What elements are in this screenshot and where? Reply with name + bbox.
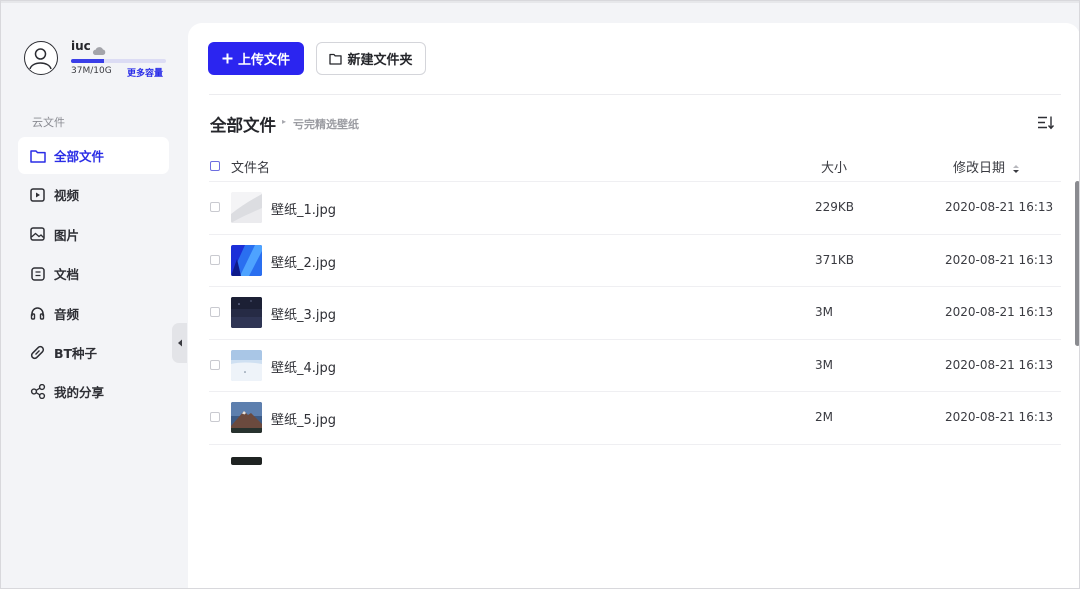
new-folder-button-label: 新建文件夹 (347, 53, 413, 68)
sidebar-item-label: 图片 (54, 227, 80, 243)
breadcrumb-separator: ▸ (282, 117, 287, 126)
table-header: 文件名 大小 修改日期 (209, 151, 1061, 182)
sidebar: iuc 37M/10G 更多容量 云文件 全部文件 视频 图片 文档 音频 BT… (1, 1, 187, 588)
file-name[interactable]: 壁纸_3.jpg (271, 304, 336, 323)
scrollbar-thumb[interactable] (1075, 181, 1079, 346)
file-date: 2020-08-21 16:13 (945, 252, 1054, 267)
column-date[interactable]: 修改日期 (953, 157, 1020, 176)
column-name[interactable]: 文件名 (231, 157, 270, 176)
sidebar-item-bt-seed[interactable]: BT种子 (18, 334, 169, 371)
folder-icon (329, 53, 343, 65)
avatar[interactable] (24, 41, 58, 75)
table-row[interactable]: 壁纸_5.jpg 2M 2020-08-21 16:13 (209, 392, 1061, 445)
more-quota-link[interactable]: 更多容量 (127, 66, 163, 79)
column-date-label: 修改日期 (953, 161, 1006, 176)
breadcrumb-current: 亏完精选壁纸 (293, 118, 359, 131)
sidebar-item-images[interactable]: 图片 (18, 216, 169, 253)
file-name[interactable]: 壁纸_2.jpg (271, 252, 336, 271)
plus-icon (222, 53, 233, 64)
file-name[interactable]: 壁纸_1.jpg (271, 199, 336, 218)
cloud-icon (92, 41, 106, 60)
username: iuc (71, 39, 91, 53)
toolbar-divider (209, 94, 1061, 95)
sidebar-collapse-handle[interactable] (172, 323, 187, 363)
thumbnail-image (231, 402, 262, 433)
folder-icon (29, 147, 46, 164)
sidebar-item-label: 全部文件 (54, 149, 105, 164)
headphones-icon (29, 305, 46, 322)
sidebar-item-label: 视频 (54, 188, 80, 204)
sidebar-nav: 全部文件 视频 图片 文档 音频 BT种子 我的分享 (18, 137, 169, 413)
caret-left-icon (177, 339, 182, 347)
sidebar-item-label: 音频 (54, 306, 80, 322)
thumbnail-image (231, 244, 262, 276)
upload-button-label: 上传文件 (237, 53, 290, 68)
file-date: 2020-08-21 16:13 (945, 410, 1054, 424)
row-checkbox[interactable] (210, 412, 220, 422)
sidebar-item-label: 我的分享 (54, 385, 105, 401)
file-size: 229KB (815, 200, 855, 214)
file-size: 2M (815, 410, 833, 424)
view-sort-icon[interactable] (1037, 115, 1055, 134)
bt-seed-icon (29, 344, 46, 361)
table-row[interactable]: 壁纸_3.jpg 3M 2020-08-21 16:13 (209, 287, 1061, 340)
main-panel: 上传文件 新建文件夹 全部文件 ▸ 亏完精选壁纸 文件名 大小 修改日期 壁纸_… (188, 23, 1079, 588)
file-size: 3M (815, 305, 833, 319)
thumbnail-image (231, 456, 262, 465)
row-checkbox[interactable] (210, 307, 220, 317)
user-icon (29, 48, 52, 70)
image-icon (29, 226, 46, 243)
quota-text: 37M/10G (71, 66, 112, 76)
file-name[interactable]: 壁纸_5.jpg (271, 409, 336, 428)
sidebar-item-documents[interactable]: 文档 (18, 255, 169, 292)
table-row[interactable]: 壁纸_2.jpg 371KB 2020-08-21 16:13 (209, 235, 1061, 287)
thumbnail-image (231, 297, 262, 328)
sidebar-item-my-share[interactable]: 我的分享 (18, 373, 169, 410)
sidebar-item-all-files[interactable]: 全部文件 (18, 137, 169, 174)
breadcrumb-root[interactable]: 全部文件 (210, 112, 276, 136)
sort-arrows-icon (1013, 164, 1020, 173)
file-date: 2020-08-21 16:13 (945, 305, 1054, 319)
share-icon (29, 383, 46, 400)
upload-button[interactable]: 上传文件 (208, 42, 304, 75)
column-size[interactable]: 大小 (821, 157, 847, 176)
thumbnail-image (231, 192, 262, 223)
file-date: 2020-08-21 16:13 (945, 357, 1054, 372)
new-folder-button[interactable]: 新建文件夹 (316, 42, 426, 75)
row-checkbox[interactable] (210, 202, 220, 212)
table-row[interactable]: 壁纸_1.jpg 229KB 2020-08-21 16:13 (209, 182, 1061, 235)
row-checkbox[interactable] (210, 254, 220, 265)
sidebar-item-label: BT种子 (54, 345, 98, 361)
quota-bar (71, 59, 166, 63)
file-size: 3M (815, 357, 833, 372)
sidebar-item-audio[interactable]: 音频 (18, 295, 169, 332)
section-label: 云文件 (32, 116, 65, 129)
file-list: 壁纸_1.jpg 229KB 2020-08-21 16:13 壁纸_2.jpg… (209, 182, 1061, 465)
row-checkbox[interactable] (210, 359, 220, 370)
thumbnail-image (231, 349, 262, 381)
sidebar-item-label: 文档 (54, 267, 80, 283)
sidebar-item-video[interactable]: 视频 (18, 176, 169, 213)
select-all-checkbox[interactable] (210, 161, 220, 171)
file-size: 371KB (815, 252, 855, 267)
user-panel: iuc 37M/10G 更多容量 (24, 39, 184, 81)
file-date: 2020-08-21 16:13 (945, 200, 1054, 214)
app-window: iuc 37M/10G 更多容量 云文件 全部文件 视频 图片 文档 音频 BT… (0, 0, 1080, 589)
video-icon (29, 186, 46, 203)
table-row[interactable] (209, 445, 1061, 465)
document-icon (29, 265, 46, 282)
file-name[interactable]: 壁纸_4.jpg (271, 357, 336, 376)
table-row[interactable]: 壁纸_4.jpg 3M 2020-08-21 16:13 (209, 340, 1061, 392)
